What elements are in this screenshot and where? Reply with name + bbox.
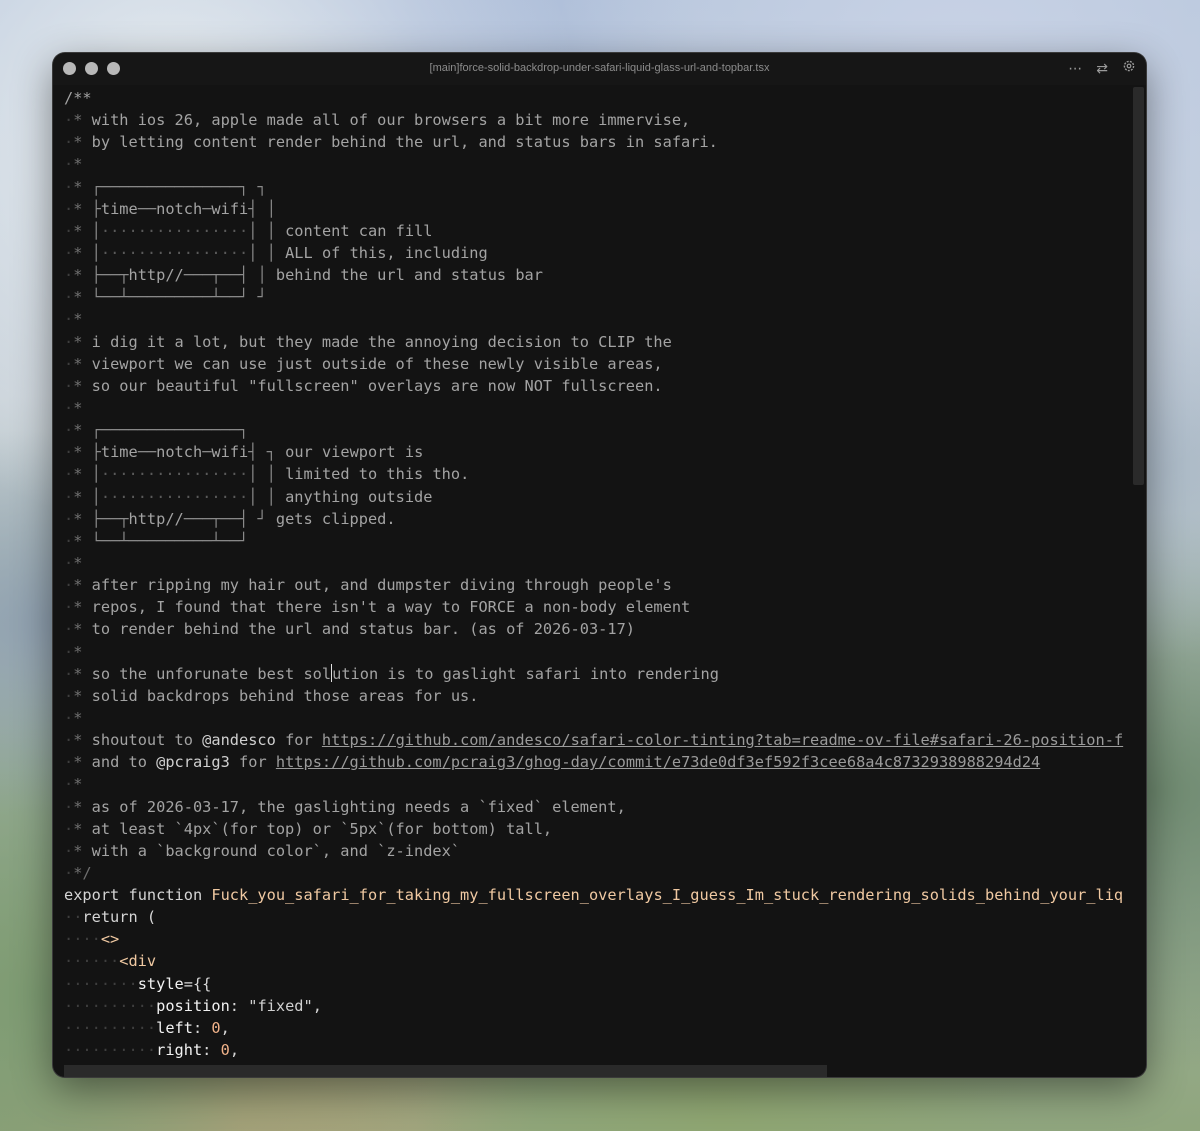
code-line: ·* with a `background color`, and `z-ind… [64, 841, 461, 860]
swap-arrows-icon[interactable]: ⇄ [1096, 60, 1108, 78]
code-line: /** [64, 89, 92, 107]
toolbar-icons: ⋯ ⇄ [1068, 59, 1136, 78]
code-line: ·* as of 2026-03-17, the gaslighting nee… [64, 797, 626, 816]
code-line: ·* ┌───────────────┐ [64, 421, 249, 440]
code-line: ·* ├──┬http//───┬──┤ │ behind the url an… [64, 266, 543, 285]
code-line: ·* │················│ │ content can fill [64, 221, 433, 240]
code-line: ·* solid backdrops behind those areas fo… [64, 686, 479, 705]
code-line: ·* ├time──notch─wifi┤ ┐ our viewport is [64, 443, 424, 462]
code-line: ·* with ios 26, apple made all of our br… [64, 111, 691, 130]
code-line: ·* [64, 775, 83, 794]
code-editor[interactable]: /** ·* with ios 26, apple made all of our… [64, 87, 1132, 1077]
code-line: ·* at least `4px`(for top) or `5px`(for … [64, 819, 553, 838]
editor-window: [main]force-solid-backdrop-under-safari-… [53, 53, 1146, 1077]
code-line: ··········position: "fixed", [64, 996, 322, 1015]
code-line: ·* │················│ │ ALL of this, inc… [64, 243, 488, 262]
window-title: [main]force-solid-backdrop-under-safari-… [429, 62, 770, 74]
code-line: ·* [64, 708, 83, 727]
code-line: ·* and to @pcraig3 for https://github.co… [64, 753, 1041, 772]
code-line: ··········left: 0, [64, 1018, 230, 1037]
code-line: ·* i dig it a lot, but they made the ann… [64, 332, 672, 351]
code-line: ·* so our beautiful "fullscreen" overlay… [64, 376, 663, 395]
code-line: ····<> [64, 930, 120, 949]
code-content[interactable]: /** ·* with ios 26, apple made all of our… [64, 87, 1132, 1077]
code-line: ·* │················│ │ anything outside [64, 487, 433, 506]
code-line: ··return ( [64, 908, 157, 927]
code-line: ·* shoutout to @andesco for https://gith… [64, 731, 1124, 750]
code-line: ········style={{ [64, 974, 212, 993]
code-line: ·* └──┴─────────┴──┘ ┘ [64, 288, 267, 307]
code-line: ·* [64, 155, 83, 174]
gear-icon[interactable] [1122, 59, 1136, 78]
text-caret [331, 663, 333, 682]
code-line: ·* ├time──notch─wifi┤ │ [64, 199, 276, 218]
title-bar: [main]force-solid-backdrop-under-safari-… [53, 53, 1146, 85]
code-line: export function Fuck_you_safari_for_taki… [64, 886, 1124, 905]
code-line: ·* [64, 642, 83, 661]
code-line: ·* ┌───────────────┐ ┐ [64, 177, 267, 196]
code-line: ······<div [64, 952, 157, 971]
code-line: ·* └──┴─────────┴──┘ [64, 531, 249, 550]
code-line: ·* after ripping my hair out, and dumpst… [64, 576, 672, 595]
code-line: ·* viewport we can use just outside of t… [64, 354, 663, 373]
code-line: ·* [64, 398, 83, 417]
code-line: ·* by letting content render behind the … [64, 133, 718, 152]
vertical-scrollbar[interactable] [1133, 87, 1144, 485]
code-line: ·* ├──┬http//───┬──┤ ┘ gets clipped. [64, 509, 396, 528]
code-line: ·* [64, 310, 83, 329]
more-icon[interactable]: ⋯ [1068, 60, 1082, 78]
code-line: ·* to render behind the url and status b… [64, 620, 636, 639]
code-line: ··········right: 0, [64, 1041, 240, 1060]
code-line: ·* [64, 553, 83, 572]
code-line: ·* │················│ │ limited to this … [64, 465, 470, 484]
horizontal-scrollbar[interactable] [64, 1065, 827, 1077]
code-line: ·* so the unforunate best solution is to… [64, 663, 719, 683]
code-line: ·*/ [64, 863, 92, 882]
code-line: ·* repos, I found that there isn't a way… [64, 598, 691, 617]
